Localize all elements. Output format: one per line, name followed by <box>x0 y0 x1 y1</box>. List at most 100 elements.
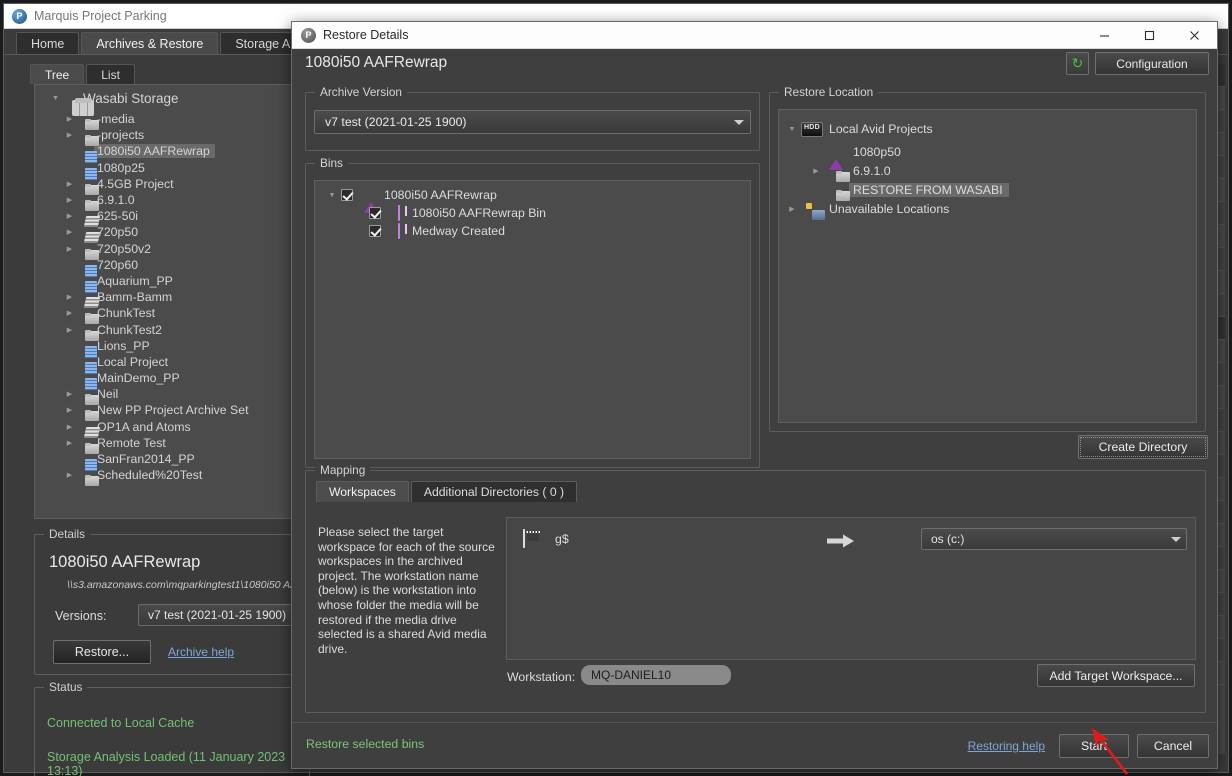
tree-item-sanfran2014-pp[interactable]: SanFran2014_PP <box>35 451 292 467</box>
bin-checkbox[interactable] <box>369 207 381 219</box>
restore-location-group: Restore Location ▼ HDD Local Avid Projects… <box>769 85 1206 432</box>
tree-item-neil[interactable]: ▶ Neil <box>35 386 292 402</box>
tab-list[interactable]: List <box>86 64 135 84</box>
bins-group: Bins ▼ 1080i50 AAFRewrap 1080i50 AAFRewrap… <box>305 156 760 468</box>
chevron-right-icon[interactable]: ▶ <box>63 293 76 301</box>
tree-item-625-50i[interactable]: ▶ 625-50i <box>35 208 292 224</box>
tree-item-projects[interactable]: ▶ -projects <box>35 127 292 143</box>
tree-item-wasabi-storage[interactable]: ▼ Wasabi Storage <box>35 85 292 111</box>
restore-location-item[interactable]: RESTORE FROM WASABI <box>779 180 1196 199</box>
archive-help-link[interactable]: Archive help <box>168 645 234 659</box>
tree-item-label: Scheduled%20Test <box>97 468 203 483</box>
start-button[interactable]: Start <box>1059 734 1129 758</box>
chevron-right-icon[interactable]: ▶ <box>63 196 76 204</box>
restore-button[interactable]: Restore... <box>53 640 151 664</box>
chevron-right-icon[interactable]: ▶ <box>63 439 76 447</box>
bin-item-label: 1080i50 AAFRewrap Bin <box>412 206 546 220</box>
left-panel: Tree List ▼ Wasabi Storage ▶ -media ▶ -projec… <box>16 62 325 776</box>
chevron-right-icon[interactable]: ▶ <box>63 115 76 123</box>
status-group-title: Status <box>44 680 88 694</box>
add-target-workspace-button[interactable]: Add Target Workspace... <box>1037 664 1195 687</box>
tree-item-6-9-1-0[interactable]: ▶ 6.9.1.0 <box>35 192 292 208</box>
bin-checkbox[interactable] <box>369 225 381 237</box>
tab-tree[interactable]: Tree <box>30 64 85 84</box>
workspace-mapping-panel: g$ os (c:) <box>506 517 1196 660</box>
bins-tree[interactable]: ▼ 1080i50 AAFRewrap 1080i50 AAFRewrap Bin M… <box>314 180 751 459</box>
chevron-right-icon[interactable]: ▶ <box>63 406 76 414</box>
restore-location-group-title: Restore Location <box>779 85 879 99</box>
tree-item-remote-test[interactable]: ▶ Remote Test <box>35 435 292 451</box>
chevron-right-icon[interactable]: ▶ <box>63 180 76 188</box>
chevron-right-icon[interactable]: ▶ <box>63 309 76 317</box>
tree-item-1080p25[interactable]: 1080p25 <box>35 160 292 176</box>
tree-item-label: 6.9.1.0 <box>97 193 135 208</box>
chevron-right-icon[interactable]: ▶ <box>63 423 76 431</box>
mapping-group-title: Mapping <box>315 463 371 477</box>
tree-item-op1a-and-atoms[interactable]: ▶ OP1A and Atoms <box>35 419 292 435</box>
tree-item-chunktest[interactable]: ▶ ChunkTest <box>35 305 292 321</box>
tab-workspaces[interactable]: Workspaces <box>316 481 409 502</box>
restoring-help-link[interactable]: Restoring help <box>968 739 1045 753</box>
maximize-icon[interactable] <box>1127 22 1172 49</box>
restore-location-tree[interactable]: ▼ HDD Local Avid Projects 1080p50 ▶ 6.9.1.0 RE… <box>778 109 1197 423</box>
tree-item-chunktest2[interactable]: ▶ ChunkTest2 <box>35 321 292 337</box>
tree-item-local-project[interactable]: Local Project <box>35 354 292 370</box>
tab-additional-directories[interactable]: Additional Directories ( 0 ) <box>410 481 578 502</box>
refresh-icon[interactable]: ↻ <box>1066 52 1089 75</box>
chevron-right-icon[interactable]: ▶ <box>63 326 76 334</box>
archive-version-dropdown[interactable]: v7 test (2021-01-25 1900) <box>314 110 751 134</box>
chevron-right-icon[interactable]: ▶ <box>63 390 76 398</box>
tree-item-1080i50-aafrewrap[interactable]: 1080i50 AAFRewrap <box>35 143 292 159</box>
workspace-target-dropdown[interactable]: os (c:) <box>921 528 1187 550</box>
storage-tree[interactable]: ▼ Wasabi Storage ▶ -media ▶ -projects 1080i50 … <box>34 84 293 519</box>
versions-dropdown-value: v7 test (2021-01-25 1900) <box>148 608 287 622</box>
chevron-down-icon[interactable]: ▼ <box>323 192 341 199</box>
chevron-down-icon[interactable]: ▼ <box>785 126 799 133</box>
chevron-right-icon[interactable]: ▶ <box>63 131 76 139</box>
bin-row[interactable]: 1080i50 AAFRewrap Bin <box>315 204 750 222</box>
chevron-down-icon[interactable]: ▼ <box>49 95 62 102</box>
bins-group-title: Bins <box>315 156 348 170</box>
chevron-right-icon[interactable]: ▶ <box>809 167 823 175</box>
restore-location-label: 6.9.1.0 <box>853 163 891 178</box>
bin-row[interactable]: Medway Created <box>315 222 750 240</box>
tree-item-4-5gb-project[interactable]: ▶ 4.5GB Project <box>35 176 292 192</box>
restore-location-label: Unavailable Locations <box>829 201 950 216</box>
close-icon[interactable] <box>1172 22 1217 49</box>
tab-home[interactable]: Home <box>16 32 80 54</box>
tree-item-aquarium-pp[interactable]: Aquarium_PP <box>35 273 292 289</box>
tree-item-720p60[interactable]: 720p60 <box>35 257 292 273</box>
app-title: Marquis Project Parking <box>34 9 167 23</box>
tree-item-720p50v2[interactable]: ▶ 720p50v2 <box>35 241 292 257</box>
workstation-field[interactable]: MQ-DANIEL10 <box>581 665 731 685</box>
cancel-button[interactable]: Cancel <box>1137 734 1209 758</box>
tree-item-label: 720p50 <box>97 225 139 240</box>
tree-item-bamm-bamm[interactable]: ▶ Bamm-Bamm <box>35 289 292 305</box>
minimize-icon[interactable] <box>1082 22 1127 49</box>
tree-item-label: SanFran2014_PP <box>97 452 195 467</box>
tree-item-lions-pp[interactable]: Lions_PP <box>35 338 292 354</box>
tree-item-maindemo-pp[interactable]: MainDemo_PP <box>35 370 292 386</box>
tree-item-label: Lions_PP <box>97 338 150 353</box>
archive-version-group-title: Archive Version <box>315 85 407 99</box>
restore-location-item[interactable]: ▶ Unavailable Locations <box>779 199 1196 218</box>
tree-item-label: Remote Test <box>97 435 166 450</box>
chevron-right-icon[interactable]: ▶ <box>785 205 799 213</box>
tree-item-scheduled-20test[interactable]: ▶ Scheduled%20Test <box>35 467 292 483</box>
bin-icon <box>398 205 400 221</box>
tree-item-label: ChunkTest <box>97 306 156 321</box>
chevron-right-icon[interactable]: ▶ <box>63 228 76 236</box>
chevron-right-icon[interactable]: ▶ <box>63 245 76 253</box>
tree-item-720p50[interactable]: ▶ 720p50 <box>35 224 292 240</box>
restore-location-item[interactable]: 1080p50 <box>779 142 1196 170</box>
chevron-right-icon[interactable]: ▶ <box>63 212 76 220</box>
bin-row[interactable]: ▼ 1080i50 AAFRewrap <box>315 186 750 213</box>
configuration-button[interactable]: Configuration <box>1095 52 1209 75</box>
restore-location-item[interactable]: ▼ HDD Local Avid Projects <box>779 116 1196 142</box>
tab-archives-restore[interactable]: Archives & Restore <box>81 32 219 54</box>
create-directory-button[interactable]: Create Directory <box>1078 435 1208 459</box>
mapping-group: Mapping Workspaces Additional Directorie… <box>305 463 1206 713</box>
bin-checkbox[interactable] <box>341 189 353 201</box>
tree-item-new-pp-project-archive-set[interactable]: ▶ New PP Project Archive Set <box>35 402 292 418</box>
chevron-right-icon[interactable]: ▶ <box>63 471 76 479</box>
